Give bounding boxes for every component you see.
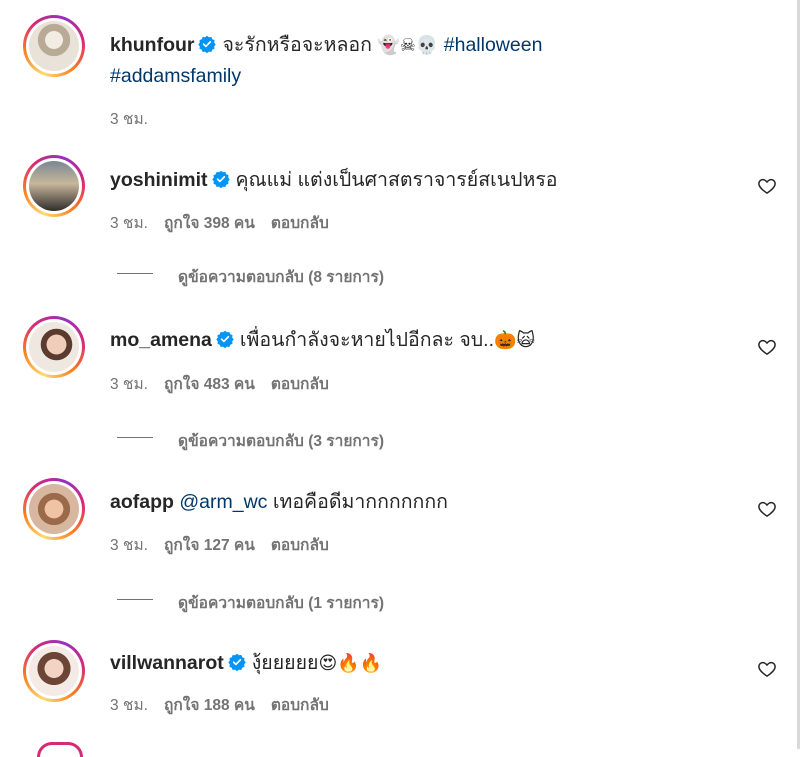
avatar xyxy=(29,322,79,372)
comment-text: yoshinimit คุณแม่ แต่งเป็นศาสตราจารย์สเนป… xyxy=(110,168,558,192)
avatar-ring[interactable] xyxy=(37,742,83,757)
avatar-ring[interactable] xyxy=(23,316,85,378)
avatar xyxy=(29,161,79,211)
hashtag-link[interactable]: #addamsfamily xyxy=(110,65,241,87)
verified-badge-icon xyxy=(216,330,234,348)
reply-button[interactable]: ตอบกลับ xyxy=(271,376,329,393)
like-count[interactable]: ถูกใจ 398 คน xyxy=(164,215,255,232)
comment-emojis: 🎃🙀 xyxy=(494,330,536,351)
reply-thread-line xyxy=(117,599,153,600)
post-caption: khunfour จะรักหรือจะหลอก 👻☠💀 #halloween xyxy=(110,33,542,58)
heart-outline-icon[interactable] xyxy=(757,337,777,357)
view-replies-button[interactable]: ดูข้อความตอบกลับ (3 รายการ) xyxy=(178,428,384,453)
timestamp[interactable]: 3 ชม. xyxy=(110,697,148,714)
post-meta: 3 ชม. xyxy=(110,106,164,131)
post-caption-line2: #addamsfamily xyxy=(110,64,241,88)
comment-meta: 3 ชม. ถูกใจ 127 คน ตอบกลับ xyxy=(110,532,345,557)
comment-text: villwannarot งุ้ยยยยย😍🔥🔥 xyxy=(110,651,382,676)
like-count[interactable]: ถูกใจ 127 คน xyxy=(164,537,255,554)
heart-outline-icon[interactable] xyxy=(757,499,777,519)
reply-thread-line xyxy=(117,437,153,438)
avatar xyxy=(29,484,79,534)
avatar-ring[interactable] xyxy=(23,15,85,77)
view-replies-button[interactable]: ดูข้อความตอบกลับ (8 รายการ) xyxy=(178,264,384,289)
reply-thread-line xyxy=(117,273,153,274)
view-replies-button[interactable]: ดูข้อความตอบกลับ (1 รายการ) xyxy=(178,590,384,615)
comment-meta: 3 ชม. ถูกใจ 398 คน ตอบกลับ xyxy=(110,210,345,235)
username[interactable]: villwannarot xyxy=(110,652,224,674)
comment-text: aofapp @arm_wc เทอคือดีมากกกกกกก xyxy=(110,490,448,514)
avatar xyxy=(29,646,79,696)
username[interactable]: yoshinimit xyxy=(110,169,208,191)
timestamp[interactable]: 3 ชม. xyxy=(110,215,148,232)
hashtag-link[interactable]: #halloween xyxy=(444,34,543,56)
like-count[interactable]: ถูกใจ 188 คน xyxy=(164,697,255,714)
reply-button[interactable]: ตอบกลับ xyxy=(271,697,329,714)
timestamp[interactable]: 3 ชม. xyxy=(110,111,148,128)
username[interactable]: mo_amena xyxy=(110,329,212,351)
avatar-ring[interactable] xyxy=(23,640,85,702)
comment-body: เพื่อนกำลังจะหายไปอีกละ จบ.. xyxy=(239,329,494,351)
username[interactable]: khunfour xyxy=(110,34,194,56)
avatar-ring[interactable] xyxy=(23,155,85,217)
username[interactable]: aofapp xyxy=(110,491,174,513)
verified-badge-icon xyxy=(211,170,230,188)
comment-meta: 3 ชม. ถูกใจ 483 คน ตอบกลับ xyxy=(110,371,345,396)
mention-link[interactable]: @arm_wc xyxy=(179,491,267,513)
comment-body: คุณแม่ แต่งเป็นศาสตราจารย์สเนปหรอ xyxy=(235,169,558,191)
verified-badge-icon xyxy=(228,653,246,671)
verified-badge-icon xyxy=(198,35,217,53)
comment-body: งุ้ยยยยย xyxy=(251,652,319,674)
comment-body: เทอคือดีมากกกกกกก xyxy=(272,491,448,513)
like-count[interactable]: ถูกใจ 483 คน xyxy=(164,376,255,393)
reply-button[interactable]: ตอบกลับ xyxy=(271,215,329,232)
caption-text: จะรักหรือจะหลอก xyxy=(222,34,372,56)
comment-emojis: 😍🔥🔥 xyxy=(318,653,383,674)
avatar-ring[interactable] xyxy=(23,478,85,540)
comment-text: mo_amena เพื่อนกำลังจะหายไปอีกละ จบ..🎃🙀 xyxy=(110,328,535,353)
caption-emojis: 👻☠💀 xyxy=(377,35,439,56)
heart-outline-icon[interactable] xyxy=(757,659,777,679)
heart-outline-icon[interactable] xyxy=(757,176,777,196)
comment-meta: 3 ชม. ถูกใจ 188 คน ตอบกลับ xyxy=(110,692,345,717)
reply-button[interactable]: ตอบกลับ xyxy=(271,537,329,554)
avatar xyxy=(29,21,79,71)
timestamp[interactable]: 3 ชม. xyxy=(110,537,148,554)
timestamp[interactable]: 3 ชม. xyxy=(110,376,148,393)
